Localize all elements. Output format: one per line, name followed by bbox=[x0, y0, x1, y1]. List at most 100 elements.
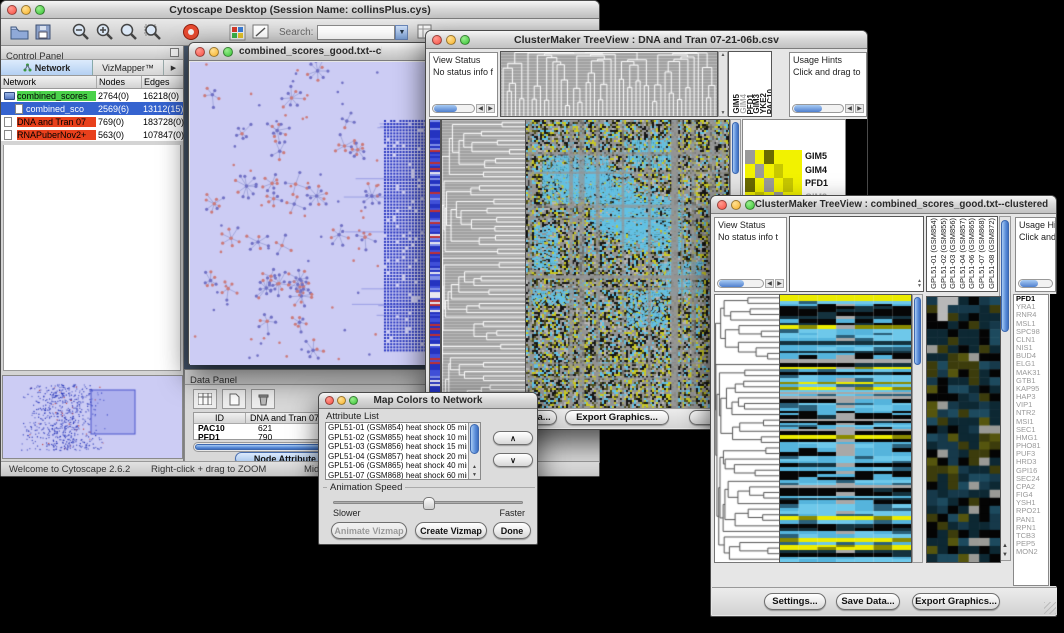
network-view-titlebar[interactable]: combined_scores_good.txt--cluste... bbox=[189, 43, 432, 61]
minimize-button[interactable] bbox=[21, 5, 31, 15]
save-icon[interactable] bbox=[31, 20, 55, 44]
close-button[interactable] bbox=[717, 200, 727, 210]
faster-label: Faster bbox=[499, 508, 525, 518]
help-lifering-icon[interactable] bbox=[179, 20, 203, 44]
tv2-column-tree-area[interactable]: ▲▼ bbox=[789, 216, 924, 292]
open-file-icon[interactable] bbox=[7, 20, 31, 44]
tv2-gene-label: TCB3 bbox=[1014, 532, 1048, 540]
tv2-column-label: GPL51-06 (GSM865) bbox=[967, 218, 976, 289]
zoom-out-icon[interactable] bbox=[69, 20, 93, 44]
tab-overflow-button[interactable]: ▶ bbox=[164, 60, 183, 75]
tv2-gene-label: FIG4 bbox=[1014, 491, 1048, 499]
tv2-global-heatmap[interactable] bbox=[779, 294, 912, 563]
attribute-list[interactable]: GPL51-01 (GSM854) heat shock 05 minGPL51… bbox=[325, 422, 481, 480]
tv2-gene-label: MSL1 bbox=[1014, 320, 1048, 328]
attribute-list-item[interactable]: GPL51-02 (GSM855) heat shock 10 min bbox=[326, 433, 467, 443]
tv1-status-scrollbar[interactable]: ◀▶ bbox=[432, 103, 495, 114]
treeview2-titlebar[interactable]: ClusterMaker TreeView : combined_scores_… bbox=[711, 196, 1056, 214]
tv1-zoom-cell bbox=[755, 164, 765, 178]
attribute-list-item[interactable]: GPL51-01 (GSM854) heat shock 05 min bbox=[326, 423, 467, 433]
zoom-actual-icon[interactable] bbox=[117, 20, 141, 44]
network-graph-canvas[interactable] bbox=[190, 62, 433, 365]
tv2-column-label: GPL51-08 (GSM872) bbox=[987, 218, 996, 289]
tv2-column-label: GPL51-04 (GSM857) bbox=[958, 218, 967, 289]
attribute-list-label: Attribute List bbox=[326, 411, 379, 422]
nodes-count: 769(0) bbox=[98, 117, 142, 127]
network-overview-panel[interactable] bbox=[2, 375, 183, 459]
zoom-button[interactable] bbox=[35, 5, 45, 15]
network-row[interactable]: combined_scores2764(0)16218(0) bbox=[1, 89, 183, 102]
search-dropdown-button[interactable]: ▼ bbox=[395, 25, 408, 40]
float-panel-icon[interactable] bbox=[170, 48, 179, 57]
speed-slider[interactable] bbox=[333, 501, 523, 504]
tv2-row-dendrogram[interactable] bbox=[714, 294, 780, 563]
attribute-list-item[interactable]: GPL51-03 (GSM856) heat shock 15 min bbox=[326, 442, 467, 452]
close-button[interactable] bbox=[432, 35, 442, 45]
attribute-list-item[interactable]: GPL51-06 (GSM865) heat shock 40 min bbox=[326, 461, 467, 471]
tv1-column-dendrogram[interactable] bbox=[500, 51, 718, 117]
move-down-button[interactable]: ∨ bbox=[493, 453, 533, 467]
tv2-hints-scrollbar[interactable] bbox=[1018, 278, 1053, 289]
zoom-button[interactable] bbox=[349, 396, 358, 405]
treeview2-button[interactable]: Export Graphics... bbox=[912, 593, 1000, 610]
minimize-button[interactable] bbox=[337, 396, 346, 405]
tv1-header-scrollstrip[interactable]: ▲ ▼ bbox=[718, 51, 728, 117]
edges-count: 183728(0) bbox=[143, 117, 186, 127]
main-titlebar[interactable]: Cytoscape Desktop (Session Name: collins… bbox=[1, 1, 599, 19]
minimize-button[interactable] bbox=[446, 35, 456, 45]
delete-attribute-icon[interactable] bbox=[251, 389, 275, 409]
dialog-titlebar[interactable]: Map Colors to Network bbox=[319, 393, 537, 409]
tv2-column-labels: GPL51-01 (GSM854)GPL51-02 (GSM855)GPL51-… bbox=[926, 216, 998, 292]
animation-speed-label: Animation Speed bbox=[327, 482, 405, 493]
tab-network[interactable]: Network bbox=[1, 60, 93, 75]
network-row[interactable]: RNAPuberNov2+563(0)107847(0) bbox=[1, 128, 183, 141]
gene-id: PFD1 bbox=[194, 433, 246, 442]
close-button[interactable] bbox=[195, 47, 205, 57]
tv2-status-scrollbar[interactable]: ◀▶ bbox=[717, 278, 784, 289]
zoom-button[interactable] bbox=[223, 47, 233, 57]
resize-grip[interactable] bbox=[1044, 602, 1056, 614]
tv2-heatmap-scrollbar[interactable] bbox=[912, 294, 923, 563]
tv2-gene-label: HRD3 bbox=[1014, 458, 1048, 466]
tv2-gene-label: VIP1 bbox=[1014, 401, 1048, 409]
minimize-button[interactable] bbox=[731, 200, 741, 210]
network-list-area[interactable] bbox=[3, 145, 181, 371]
annotation-icon[interactable] bbox=[249, 20, 273, 44]
close-button[interactable] bbox=[325, 396, 334, 405]
move-up-button[interactable]: ∧ bbox=[493, 431, 533, 445]
attribute-list-item[interactable]: GPL51-04 (GSM857) heat shock 20 min bbox=[326, 452, 467, 462]
zoom-fit-icon[interactable] bbox=[141, 20, 165, 44]
network-row[interactable]: combined_sco2569(6)13112(15) bbox=[1, 102, 183, 115]
attribute-list-item[interactable]: GPL51-07 (GSM868) heat shock 60 min bbox=[326, 471, 467, 480]
vizmap-icon[interactable] bbox=[225, 20, 249, 44]
create-vizmap-button[interactable]: Create Vizmap bbox=[415, 522, 487, 539]
tv1-zoom-cell bbox=[783, 150, 793, 164]
scroll-left-icon: ◀ bbox=[845, 104, 854, 113]
treeview1-button[interactable]: Export Graphics... bbox=[565, 410, 669, 425]
tv1-gene-strip[interactable] bbox=[429, 119, 441, 411]
treeview2-button[interactable]: Settings... bbox=[764, 593, 826, 610]
attribute-list-scrollbar[interactable]: ▲ ▼ bbox=[468, 423, 480, 479]
tv1-row-dendrogram[interactable] bbox=[441, 119, 526, 411]
tv2-zoom-heatmap[interactable] bbox=[926, 296, 1001, 563]
zoom-in-icon[interactable] bbox=[93, 20, 117, 44]
close-button[interactable] bbox=[7, 5, 17, 15]
network-table-header[interactable]: Network Nodes Edges bbox=[1, 76, 183, 89]
slider-thumb[interactable] bbox=[423, 497, 435, 510]
new-attribute-icon[interactable] bbox=[222, 389, 246, 409]
tab-vizmapper[interactable]: VizMapper™ bbox=[93, 60, 164, 75]
done-button[interactable]: Done bbox=[493, 522, 531, 539]
tv2-gene-label: PFD1 bbox=[1014, 295, 1048, 303]
zoom-button[interactable] bbox=[460, 35, 470, 45]
network-overview-canvas[interactable] bbox=[3, 376, 182, 458]
attribute-select-icon[interactable] bbox=[193, 389, 217, 409]
animate-vizmap-button[interactable]: Animate Vizmap bbox=[331, 522, 407, 539]
tv1-hints-scrollbar[interactable]: ◀▶ bbox=[792, 103, 864, 114]
treeview2-button[interactable]: Save Data... bbox=[836, 593, 900, 610]
minimize-button[interactable] bbox=[209, 47, 219, 57]
tv1-global-heatmap[interactable] bbox=[525, 119, 730, 411]
edges-count: 16218(0) bbox=[143, 91, 186, 101]
network-row[interactable]: DNA and Tran 07769(0)183728(0) bbox=[1, 115, 183, 128]
treeview1-titlebar[interactable]: ClusterMaker TreeView : DNA and Tran 07-… bbox=[426, 31, 867, 49]
search-input[interactable] bbox=[317, 25, 395, 40]
